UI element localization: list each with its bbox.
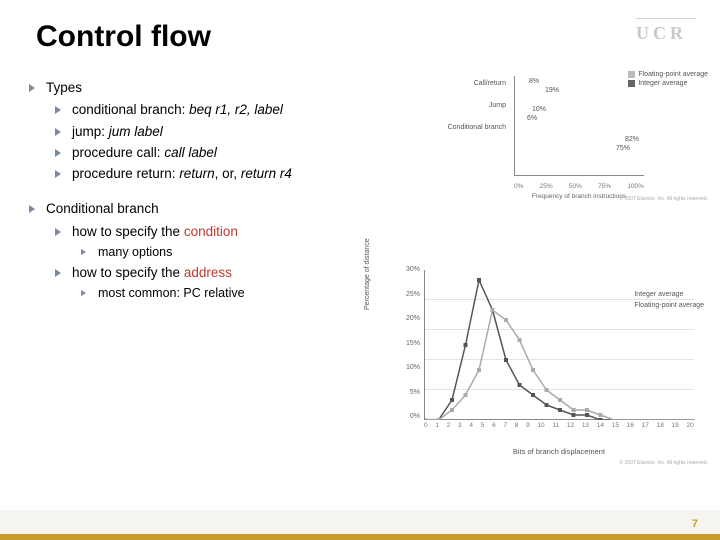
slide-title: Control flow bbox=[36, 20, 211, 54]
bullet-icon bbox=[54, 127, 64, 137]
chart-legend: Integer average Floating-point average bbox=[634, 290, 704, 311]
legend-label: Integer average bbox=[638, 79, 687, 88]
bullet-text: how to specify the condition bbox=[72, 222, 238, 242]
bullet-icon bbox=[80, 248, 90, 258]
y-axis-title: Percentage of distance bbox=[364, 238, 371, 310]
sub-bullet: jump: jum label bbox=[54, 122, 438, 142]
legend-label: Floating-point average bbox=[634, 301, 704, 312]
sub-bullet: procedure return: return, or, return r4 bbox=[54, 164, 438, 184]
ucr-logo: UCR bbox=[636, 18, 696, 44]
bullet-icon bbox=[28, 204, 38, 214]
bullet-icon bbox=[54, 268, 64, 278]
bullet-icon bbox=[54, 148, 64, 158]
footer-accent-bar bbox=[0, 534, 720, 540]
bullet-text: many options bbox=[98, 243, 172, 262]
x-axis-ticks: 01234567891011121314151617181920 bbox=[424, 422, 694, 429]
sub-bullet: how to specify the condition bbox=[54, 222, 438, 242]
bullet-label: Types bbox=[46, 78, 82, 98]
bullet-icon bbox=[54, 169, 64, 179]
sub-bullet: how to specify the address bbox=[54, 263, 438, 283]
bullet-text: how to specify the address bbox=[72, 263, 232, 283]
bullet-icon bbox=[54, 227, 64, 237]
copyright-text: © 2007 Elsevier, Inc. All rights reserve… bbox=[620, 460, 708, 466]
legend-label: Integer average bbox=[634, 290, 683, 301]
x-axis-ticks: 0% 25% 50% 75% 100% bbox=[514, 183, 644, 190]
branch-frequency-chart: Floating-point average Integer average C… bbox=[444, 70, 712, 196]
y-axis-ticks: 30% 25% 20% 15% 10% 5% 0% bbox=[382, 266, 420, 420]
bullet-icon bbox=[54, 105, 64, 115]
bullet-text: procedure return: return, or, return r4 bbox=[72, 164, 292, 184]
sub-bullet: conditional branch: beq r1, r2, label bbox=[54, 100, 438, 120]
bullet-text: most common: PC relative bbox=[98, 284, 245, 303]
bullet-icon bbox=[80, 289, 90, 299]
bullet-text: procedure call: call label bbox=[72, 143, 217, 163]
bullet-text: jump: jum label bbox=[72, 122, 163, 142]
copyright-text: © 2007 Elsevier, Inc. All rights reserve… bbox=[620, 196, 708, 202]
x-axis-title: Bits of branch displacement bbox=[424, 447, 694, 456]
bullet-types: Types bbox=[28, 78, 438, 98]
sub-sub-bullet: many options bbox=[80, 243, 438, 262]
branch-displacement-chart: Percentage of distance 30% 25% 20% 15% 1… bbox=[382, 262, 712, 462]
legend-label: Floating-point average bbox=[638, 70, 708, 79]
bar-plot-area: 8% 19% 10% 6% 82% 75% bbox=[514, 76, 644, 176]
y-category-labels: Call/return Jump Conditional branch bbox=[444, 76, 510, 164]
bullet-text: conditional branch: beq r1, r2, label bbox=[72, 100, 283, 120]
slide: Control flow UCR Types conditional branc… bbox=[0, 0, 720, 540]
slide-body: Types conditional branch: beq r1, r2, la… bbox=[28, 78, 438, 304]
bullet-icon bbox=[28, 83, 38, 93]
bullet-label: Conditional branch bbox=[46, 199, 159, 219]
bullet-conditional: Conditional branch bbox=[28, 199, 438, 219]
slide-footer: 7 bbox=[0, 510, 720, 540]
sub-bullet: procedure call: call label bbox=[54, 143, 438, 163]
page-number: 7 bbox=[692, 518, 698, 530]
